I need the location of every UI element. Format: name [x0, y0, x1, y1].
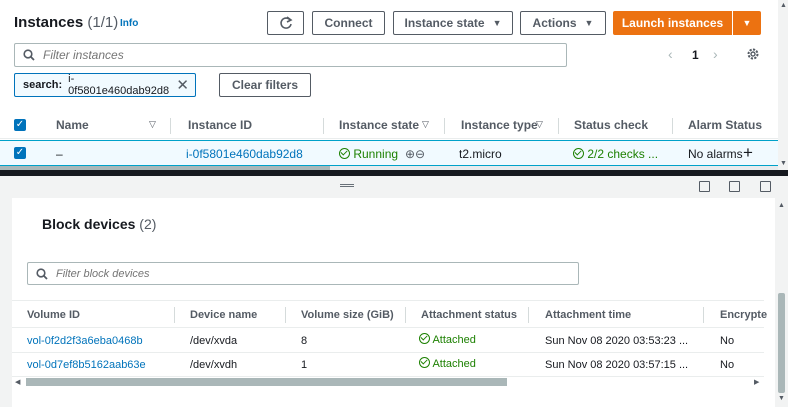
filter-instances-input[interactable] [43, 48, 532, 62]
volume-id-link[interactable]: vol-0d7ef8b5162aab63e [27, 359, 146, 371]
remove-filter-icon[interactable]: ✕ [176, 76, 189, 94]
table-row[interactable]: vol-0f2d2f3a6eba0468b /dev/xvda 8 Attach… [12, 329, 764, 353]
info-link[interactable]: Info [120, 18, 138, 29]
vertical-scrollbar[interactable]: ▲ ▼ [778, 0, 788, 170]
column-header-attachment-status[interactable]: Attachment status [421, 309, 517, 321]
column-header-encrypted[interactable]: Encrypte [720, 309, 767, 321]
sort-icon[interactable]: ▽ [536, 119, 543, 130]
attachment-time: Sun Nov 08 2020 03:53:23 ... [545, 335, 689, 347]
scroll-down-icon[interactable]: ▼ [778, 395, 785, 402]
launch-label: Launch instances [621, 16, 724, 30]
instance-state-value: Running [353, 147, 399, 161]
column-header-alarm-status[interactable]: Alarm Status [688, 118, 762, 132]
success-check-icon [419, 333, 430, 344]
column-header-instance-id[interactable]: Instance ID [188, 118, 252, 132]
scroll-right-icon[interactable]: ▶ [754, 378, 759, 386]
filter-block-devices-input[interactable] [56, 267, 544, 280]
page-number[interactable]: 1 [692, 48, 699, 62]
instances-table-header: ✓ Name ▽ Instance ID Instance state ▽ In… [0, 112, 778, 139]
clear-filters-label: Clear filters [231, 78, 299, 92]
instance-type: t2.micro [459, 147, 502, 161]
connect-label: Connect [324, 16, 373, 30]
filter-token: search: i-0f5801e460dab92d8 ✕ [14, 73, 196, 97]
attachment-time: Sun Nov 08 2020 03:57:15 ... [545, 359, 689, 371]
row-checkbox[interactable]: ✓ [14, 147, 26, 159]
token-value: i-0f5801e460dab92d8 [68, 73, 170, 97]
instance-state-button[interactable]: Instance state ▼ [393, 11, 513, 35]
page-title: Instances (1/1) [14, 14, 119, 31]
vertical-scrollbar[interactable]: ▲ ▼ [775, 198, 788, 407]
volume-size: 1 [301, 359, 308, 371]
add-alarm-icon[interactable]: + [743, 143, 753, 163]
table-row[interactable]: ✓ – i-0f5801e460dab92d8 Running ⊕⊖ t2.mi… [0, 140, 778, 166]
column-header-attachment-time[interactable]: Attachment time [545, 309, 631, 321]
actions-button[interactable]: Actions ▼ [520, 11, 606, 35]
caret-down-icon: ▼ [742, 18, 752, 28]
instance-state-label: Instance state [404, 16, 485, 30]
panel-full-icon[interactable] [760, 181, 771, 192]
scroll-left-icon[interactable]: ◀ [15, 378, 20, 386]
caret-down-icon: ▼ [492, 18, 502, 28]
refresh-icon [279, 16, 293, 29]
instance-name: – [56, 147, 63, 161]
block-devices-title: Block devices (2) [42, 216, 157, 232]
volume-size: 8 [301, 335, 308, 347]
scroll-thumb[interactable] [26, 378, 507, 386]
table-row[interactable]: vol-0d7ef8b5162aab63e /dev/xvdh 1 Attach… [12, 353, 764, 377]
sort-icon[interactable]: ▽ [422, 119, 429, 130]
column-header-volume-id[interactable]: Volume ID [27, 309, 80, 321]
caret-down-icon: ▼ [584, 18, 594, 28]
resize-handle[interactable] [340, 184, 354, 187]
previous-page-icon[interactable]: ‹ [668, 46, 673, 62]
status-check-value: 2/2 checks ... [587, 147, 659, 161]
attachment-status-value: Attached [432, 358, 476, 370]
attachment-status: Attached [419, 333, 476, 346]
device-name: /dev/xvda [190, 335, 238, 347]
refresh-button[interactable] [267, 11, 304, 35]
filter-instances-field[interactable] [14, 43, 567, 67]
success-check-icon [573, 148, 584, 159]
block-devices-table-header: Volume ID Device name Volume size (GiB) … [12, 300, 767, 328]
success-check-icon [419, 357, 430, 368]
scroll-up-icon[interactable]: ▲ [780, 2, 787, 9]
encrypted: No [720, 359, 735, 371]
zoom-icons[interactable]: ⊕⊖ [405, 147, 425, 161]
alarm-status: No alarms [688, 147, 743, 161]
token-key: search: [23, 79, 63, 91]
panel-side-icon[interactable] [729, 181, 740, 192]
column-header-volume-size[interactable]: Volume size (GiB) [301, 309, 394, 321]
scroll-up-icon[interactable]: ▲ [778, 202, 785, 209]
success-check-icon [339, 148, 350, 159]
column-header-name[interactable]: Name [56, 118, 89, 132]
select-all-checkbox[interactable]: ✓ [14, 119, 26, 131]
search-icon [36, 267, 48, 280]
settings-gear-icon[interactable] [746, 47, 760, 61]
status-check-cell[interactable]: 2/2 checks ... [573, 147, 658, 161]
column-header-status-check[interactable]: Status check [574, 118, 648, 132]
instance-id-link[interactable]: i-0f5801e460dab92d8 [186, 147, 303, 161]
scroll-down-icon[interactable]: ▼ [780, 160, 787, 167]
column-header-instance-state[interactable]: Instance state [339, 118, 419, 132]
attachment-status: Attached [419, 357, 476, 370]
column-header-instance-type[interactable]: Instance type [461, 118, 538, 132]
filter-block-devices-field[interactable] [27, 262, 579, 285]
device-name: /dev/xvdh [190, 359, 238, 371]
instance-state-cell: Running [339, 147, 398, 161]
horizontal-scrollbar[interactable]: ◀ ▶ [12, 377, 764, 387]
volume-id-link[interactable]: vol-0f2d2f3a6eba0468b [27, 335, 143, 347]
launch-instances-button[interactable]: Launch instances [613, 11, 732, 35]
next-page-icon[interactable]: › [713, 46, 718, 62]
connect-button[interactable]: Connect [312, 11, 385, 35]
attachment-status-value: Attached [432, 334, 476, 346]
sort-icon[interactable]: ▽ [149, 119, 156, 130]
panel-bottom-icon[interactable] [699, 181, 710, 192]
column-header-device-name[interactable]: Device name [190, 309, 257, 321]
actions-label: Actions [532, 16, 577, 30]
scroll-thumb[interactable] [778, 293, 785, 393]
encrypted: No [720, 335, 735, 347]
search-icon [23, 49, 35, 61]
launch-dropdown-button[interactable]: ▼ [733, 11, 761, 35]
clear-filters-button[interactable]: Clear filters [219, 73, 311, 97]
